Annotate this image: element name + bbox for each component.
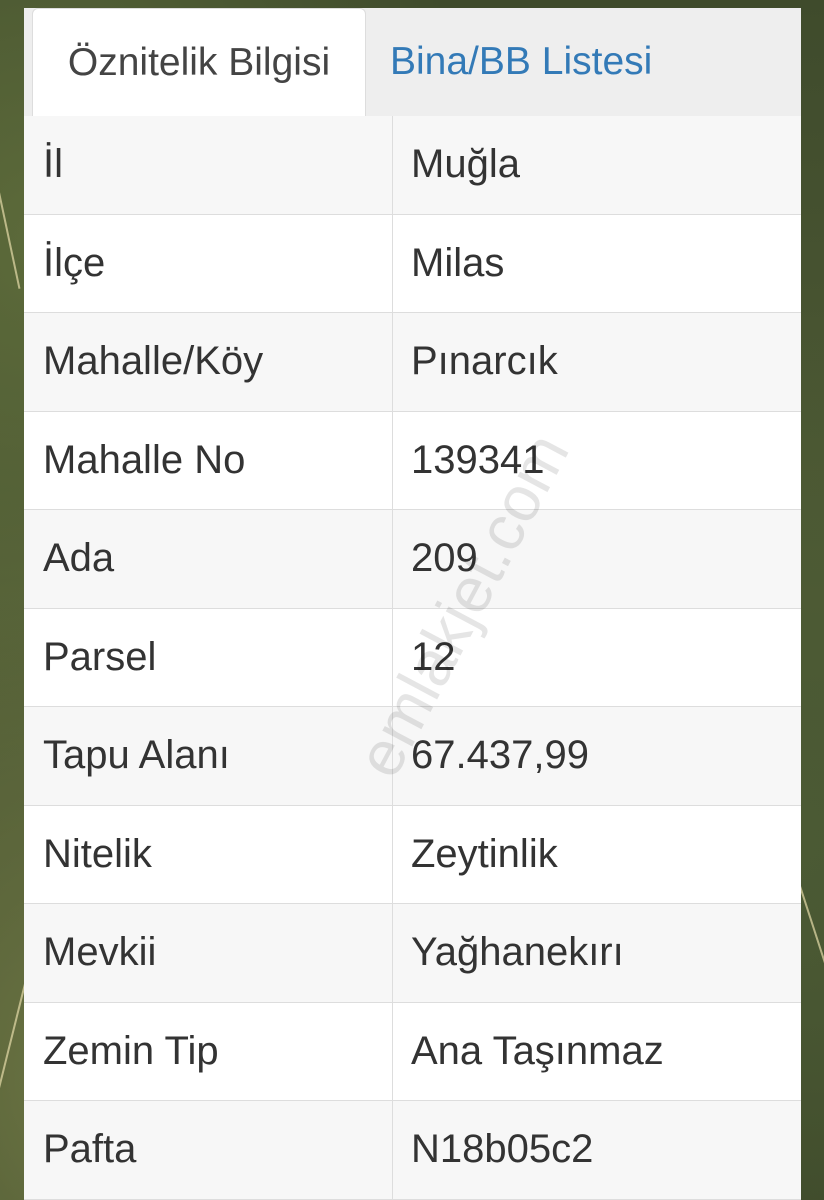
attribute-key: Pafta [24,1101,393,1199]
table-row: Nitelik Zeytinlik [24,805,801,904]
table-row: İl Muğla [24,116,801,215]
attribute-value: Ana Taşınmaz [411,1028,664,1073]
attribute-key: Ada [24,510,393,608]
attribute-key: İlçe [24,214,393,312]
table-row: İlçe Milas [24,214,801,313]
tab-label: Bina/BB Listesi [390,40,653,83]
table-row: Mevkii Yağhanekırı [24,904,801,1003]
attribute-value: 67.437,99 [411,733,589,778]
table-row: Mahalle No 139341 [24,411,801,510]
attribute-value: 12 [411,634,456,679]
attribute-value: 139341 [411,437,545,482]
attribute-value: Yağhanekırı [411,930,624,975]
attribute-key: İl [24,116,393,214]
attribute-value: 209 [411,536,478,581]
attribute-value: Muğla [411,142,520,187]
tab-attribute-info[interactable]: Öznitelik Bilgisi [32,8,366,117]
tab-building-list[interactable]: Bina/BB Listesi [390,8,720,116]
attribute-key: Mahalle No [24,411,393,509]
table-row: Mahalle/Köy Pınarcık [24,313,801,412]
tab-label: Öznitelik Bilgisi [67,41,331,84]
table-row: Tapu Alanı 67.437,99 [24,707,801,806]
attribute-key: Nitelik [24,805,393,903]
attribute-table: İl Muğla İlçe Milas Mahalle/Köy Pınarcık… [24,116,801,1200]
table-row: Zemin Tip Ana Taşınmaz [24,1002,801,1101]
map-parcel-line [0,171,21,289]
attribute-key: Parsel [24,608,393,706]
attribute-key: Mahalle/Köy [24,313,393,411]
attribute-key: Zemin Tip [24,1002,393,1100]
attribute-value: N18b05c2 [411,1127,594,1172]
attribute-value: Milas [411,240,505,285]
attribute-key: Tapu Alanı [24,707,393,805]
table-row: Pafta N18b05c2 [24,1101,801,1200]
table-row: Parsel 12 [24,608,801,707]
attribute-key: Mevkii [24,904,393,1002]
table-row: Ada 209 [24,510,801,609]
attribute-info-panel: Öznitelik Bilgisi Bina/BB Listesi İl Muğ… [24,8,801,1200]
attribute-value: Zeytinlik [411,831,558,876]
attribute-value: Pınarcık [411,339,558,384]
tab-bar: Öznitelik Bilgisi Bina/BB Listesi [24,8,801,117]
